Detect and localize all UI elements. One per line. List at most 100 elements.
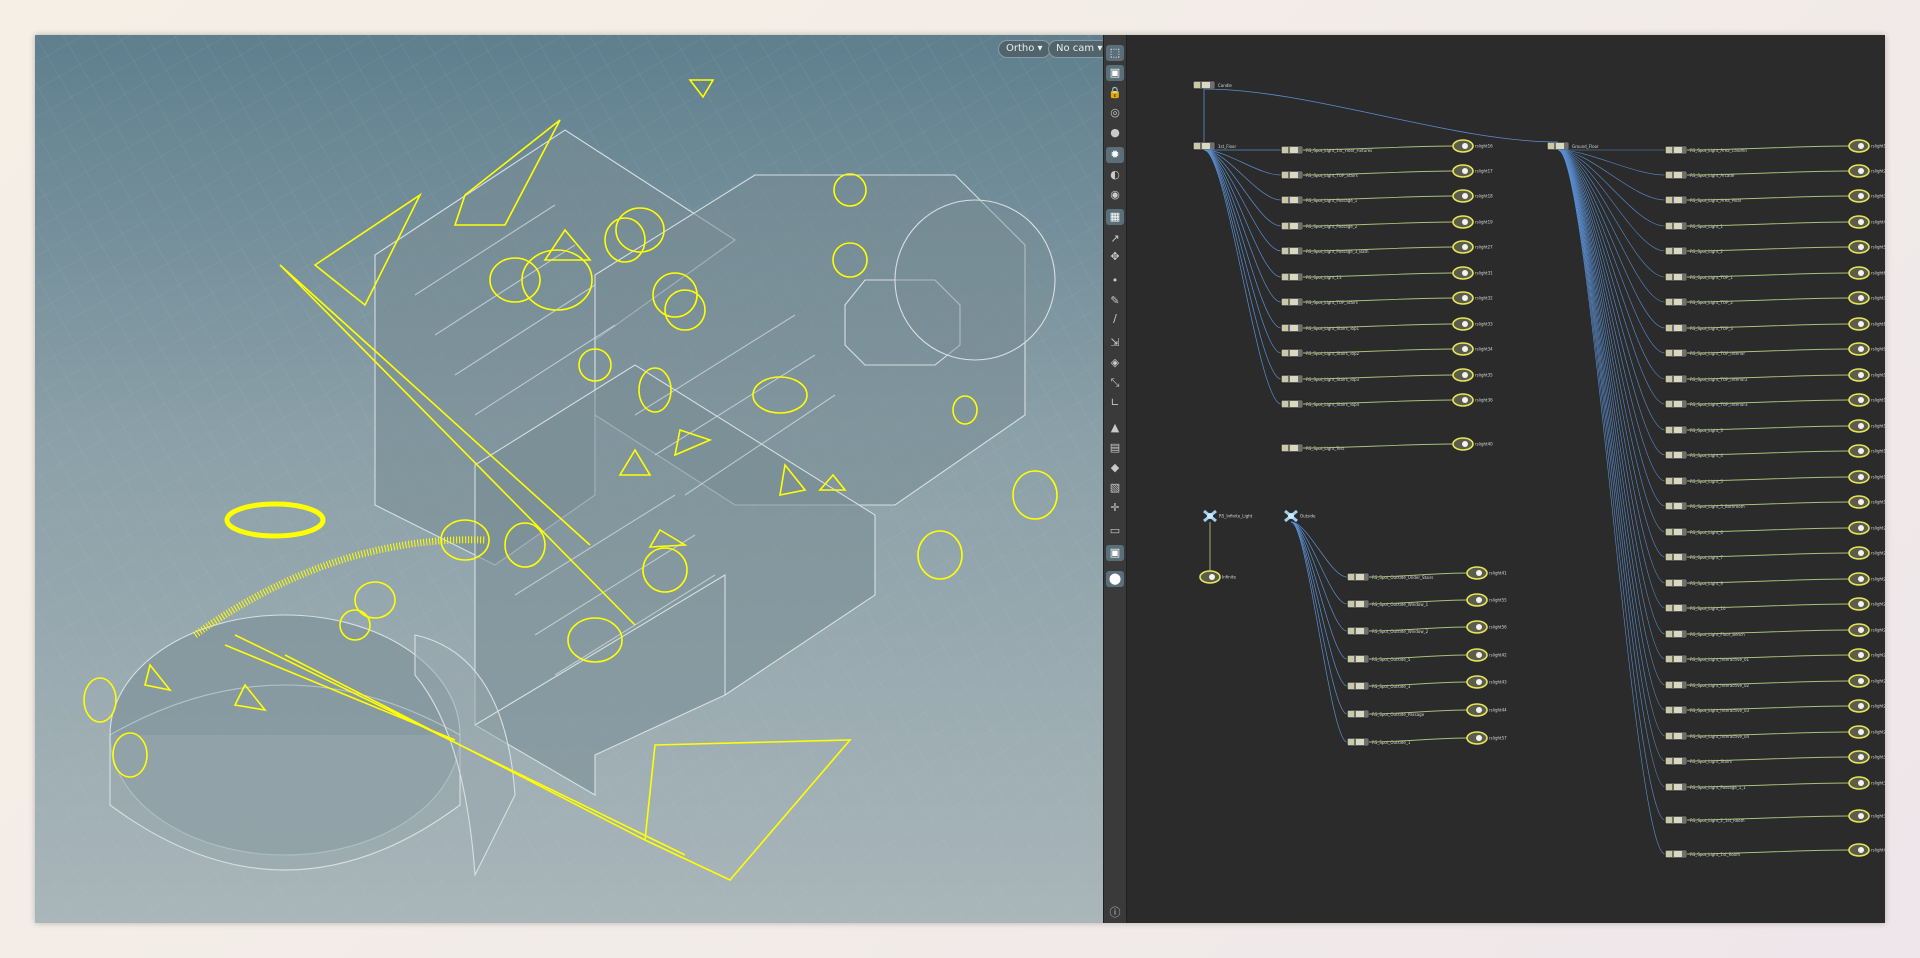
select-icon[interactable]: ⬚ (1106, 45, 1124, 61)
light-node[interactable] (1466, 648, 1488, 662)
light-node[interactable] (1466, 593, 1488, 607)
node-spot-outside[interactable] (1346, 654, 1370, 664)
lock-icon[interactable]: 🔒 (1106, 85, 1124, 101)
node-spot-outside[interactable] (1346, 599, 1370, 609)
light-node[interactable] (1452, 368, 1474, 382)
node-spot-ground[interactable] (1664, 399, 1688, 409)
light-node[interactable] (1452, 164, 1474, 178)
light-node[interactable] (1848, 597, 1870, 611)
node-spot-ground[interactable] (1664, 705, 1688, 715)
node-spot-ground[interactable] (1664, 272, 1688, 282)
node-spot-ground[interactable] (1664, 374, 1688, 384)
node-root-infinite[interactable] (1203, 509, 1217, 523)
render-icon[interactable]: ▣ (1106, 545, 1124, 561)
node-spot-1st[interactable] (1280, 170, 1304, 180)
node-spot-ground[interactable] (1664, 731, 1688, 741)
camera-icon[interactable]: ◉ (1106, 187, 1124, 203)
network-editor[interactable]: Candle 1st_Floor Ground_Floor RS_Spot_Light… (1127, 35, 1885, 923)
info-icon[interactable]: ⓘ (1106, 905, 1124, 921)
node-spot-outside[interactable] (1346, 626, 1370, 636)
light-node[interactable] (1848, 240, 1870, 254)
light-node[interactable] (1199, 570, 1221, 584)
light-node[interactable] (1848, 521, 1870, 535)
angle-icon[interactable]: ∟ (1106, 395, 1124, 411)
light-node[interactable] (1848, 809, 1870, 823)
node-spot-ground[interactable] (1664, 425, 1688, 435)
light-node[interactable] (1452, 393, 1474, 407)
light-node[interactable] (1848, 495, 1870, 509)
measure-icon[interactable]: ⇲ (1106, 335, 1124, 351)
node-spot-ground[interactable] (1664, 578, 1688, 588)
node-root-1st[interactable] (1192, 141, 1216, 151)
light-node[interactable] (1452, 342, 1474, 356)
light-node[interactable] (1848, 164, 1870, 178)
node-root-ground[interactable] (1546, 141, 1570, 151)
light-node[interactable] (1466, 703, 1488, 717)
light-node[interactable] (1848, 623, 1870, 637)
node-spot-1st[interactable] (1280, 195, 1304, 205)
light-node[interactable] (1848, 648, 1870, 662)
node-spot-ground[interactable] (1664, 323, 1688, 333)
axis-icon[interactable]: ✛ (1106, 500, 1124, 516)
node-spot-ground[interactable] (1664, 246, 1688, 256)
terrain-icon[interactable]: ▲ (1106, 420, 1124, 436)
light-icon[interactable]: ✹ (1106, 147, 1124, 163)
node-root-cam[interactable] (1192, 80, 1216, 90)
light-node[interactable] (1848, 699, 1870, 713)
scene-canvas[interactable] (35, 35, 1103, 923)
node-spot-1st[interactable] (1280, 145, 1304, 155)
node-spot-ground[interactable] (1664, 552, 1688, 562)
light-node[interactable] (1848, 572, 1870, 586)
node-spot-ground[interactable] (1664, 145, 1688, 155)
light-node[interactable] (1452, 437, 1474, 451)
light-node[interactable] (1848, 291, 1870, 305)
node-spot-ground[interactable] (1664, 221, 1688, 231)
light-node[interactable] (1848, 750, 1870, 764)
node-spot-ground[interactable] (1664, 680, 1688, 690)
light-node[interactable] (1452, 317, 1474, 331)
light-node[interactable] (1848, 674, 1870, 688)
light-node[interactable] (1466, 566, 1488, 580)
image-icon[interactable]: ▧ (1106, 480, 1124, 496)
node-spot-ground[interactable] (1664, 654, 1688, 664)
node-spot-outside[interactable] (1346, 709, 1370, 719)
node-spot-ground[interactable] (1664, 450, 1688, 460)
node-spot-1st[interactable] (1280, 348, 1304, 358)
scene-viewport[interactable]: Ortho ▾ No cam ▾ (35, 35, 1103, 923)
snap-icon[interactable]: ▣ (1106, 65, 1124, 81)
brush-icon[interactable]: ✎ (1106, 293, 1124, 309)
light-node[interactable] (1452, 189, 1474, 203)
scale-icon[interactable]: ⤡ (1106, 375, 1124, 391)
node-spot-ground[interactable] (1664, 297, 1688, 307)
light-node[interactable] (1452, 291, 1474, 305)
light-node[interactable] (1848, 419, 1870, 433)
node-spot-ground[interactable] (1664, 629, 1688, 639)
light-node[interactable] (1452, 240, 1474, 254)
camera-dropdown[interactable]: No cam ▾ (1048, 40, 1103, 58)
grid-icon[interactable]: ▦ (1106, 209, 1124, 225)
node-spot-1st[interactable] (1280, 221, 1304, 231)
node-spot-1st[interactable] (1280, 443, 1304, 453)
node-spot-ground[interactable] (1664, 527, 1688, 537)
node-spot-ground[interactable] (1664, 603, 1688, 613)
light-node[interactable] (1848, 444, 1870, 458)
node-spot-1st[interactable] (1280, 399, 1304, 409)
pen-icon[interactable]: ∕ (1106, 311, 1124, 327)
node-spot-1st[interactable] (1280, 374, 1304, 384)
light-node[interactable] (1848, 317, 1870, 331)
light-node[interactable] (1848, 393, 1870, 407)
node-spot-ground[interactable] (1664, 170, 1688, 180)
node-root-outside[interactable] (1284, 509, 1298, 523)
light-node[interactable] (1848, 843, 1870, 857)
light-node[interactable] (1848, 776, 1870, 790)
shading-icon[interactable]: ● (1106, 125, 1124, 141)
node-spot-ground[interactable] (1664, 501, 1688, 511)
light-node[interactable] (1466, 675, 1488, 689)
node-spot-outside[interactable] (1346, 681, 1370, 691)
handle-icon[interactable]: ↗ (1106, 231, 1124, 247)
light-node[interactable] (1452, 215, 1474, 229)
point-icon[interactable]: • (1106, 273, 1124, 289)
light-node[interactable] (1848, 546, 1870, 560)
light-node[interactable] (1466, 620, 1488, 634)
material-icon[interactable]: ◆ (1106, 460, 1124, 476)
